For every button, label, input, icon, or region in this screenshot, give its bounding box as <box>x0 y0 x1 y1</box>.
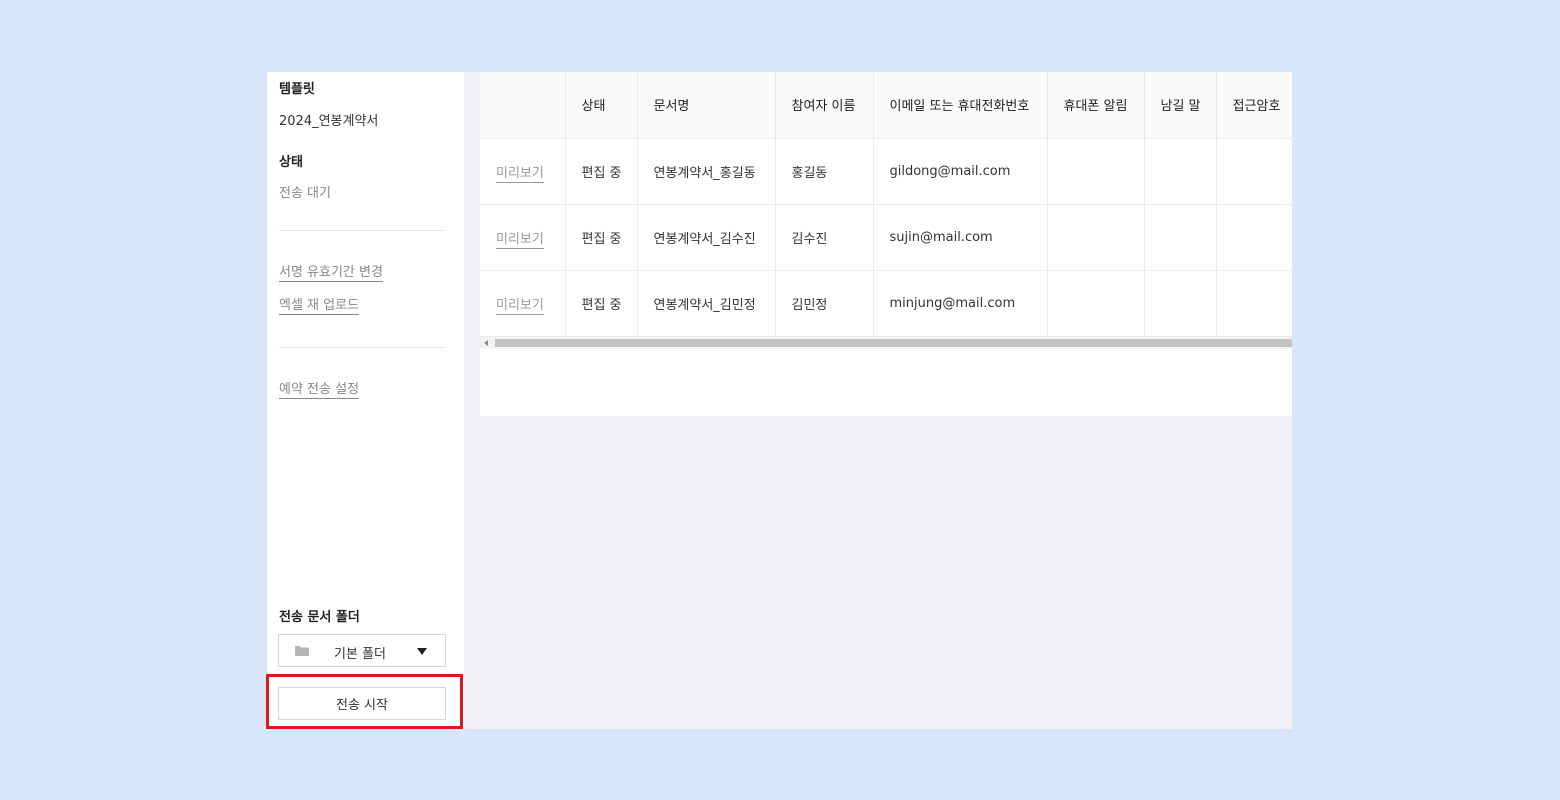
password-cell[interactable] <box>1216 270 1292 337</box>
status-value: 전송 대기 <box>279 186 331 201</box>
start-send-button[interactable]: 전송 시작 <box>278 687 446 720</box>
participant-cell: 김민정 <box>775 270 874 337</box>
scrollbar-thumb[interactable] <box>495 339 1292 347</box>
sms-alert-cell[interactable] <box>1047 204 1145 271</box>
status-cell: 편집 중 <box>565 270 638 337</box>
message-cell[interactable] <box>1144 138 1217 205</box>
participants-table: 상태 문서명 참여자 이름 이메일 또는 휴대전화번호 휴대폰 알림 남길 말 … <box>480 72 1292 337</box>
preview-cell: 미리보기 <box>480 270 566 337</box>
contact-cell: sujin@mail.com <box>873 204 1048 271</box>
status-title: 상태 <box>279 155 303 170</box>
sidebar-divider <box>279 230 444 231</box>
sidebar: 템플릿 2024_연봉계약서 상태 전송 대기 서명 유효기간 변경 엑셀 재 … <box>266 72 464 729</box>
folder-title: 전송 문서 폴더 <box>279 610 360 625</box>
horizontal-scrollbar[interactable] <box>480 337 1292 349</box>
column-header-status: 상태 <box>565 72 638 139</box>
column-header-password: 접근암호 <box>1216 72 1292 139</box>
message-cell[interactable] <box>1144 204 1217 271</box>
message-cell[interactable] <box>1144 270 1217 337</box>
table-row: 미리보기 편집 중 연봉계약서_김민정 김민정 minjung@mail.com <box>480 270 1292 337</box>
contact-cell: minjung@mail.com <box>873 270 1048 337</box>
start-button-highlight: 전송 시작 <box>266 674 463 729</box>
preview-link[interactable]: 미리보기 <box>496 231 544 249</box>
document-name-cell: 연봉계약서_홍길동 <box>637 138 776 205</box>
table-header-row: 상태 문서명 참여자 이름 이메일 또는 휴대전화번호 휴대폰 알림 남길 말 … <box>480 72 1292 139</box>
sms-alert-cell[interactable] <box>1047 138 1145 205</box>
sms-alert-cell[interactable] <box>1047 270 1145 337</box>
template-value: 2024_연봉계약서 <box>279 114 379 129</box>
status-cell: 편집 중 <box>565 138 638 205</box>
column-header <box>480 72 566 139</box>
folder-icon <box>295 646 309 656</box>
participant-cell: 홍길동 <box>775 138 874 205</box>
column-header-contact: 이메일 또는 휴대전화번호 <box>873 72 1048 139</box>
excel-reupload-link[interactable]: 엑셀 재 업로드 <box>279 294 360 315</box>
document-name-cell: 연봉계약서_김수진 <box>637 204 776 271</box>
sidebar-divider <box>279 347 444 348</box>
change-validity-link[interactable]: 서명 유효기간 변경 <box>279 261 383 282</box>
preview-cell: 미리보기 <box>480 138 566 205</box>
folder-select-value: 기본 폴더 <box>334 647 386 662</box>
preview-link[interactable]: 미리보기 <box>496 165 544 183</box>
document-name-cell: 연봉계약서_김민정 <box>637 270 776 337</box>
schedule-send-link[interactable]: 예약 전송 설정 <box>279 378 360 399</box>
participant-cell: 김수진 <box>775 204 874 271</box>
contact-cell: gildong@mail.com <box>873 138 1048 205</box>
template-title: 템플릿 <box>279 82 315 97</box>
table-row: 미리보기 편집 중 연봉계약서_김수진 김수진 sujin@mail.com <box>480 204 1292 271</box>
status-cell: 편집 중 <box>565 204 638 271</box>
password-cell[interactable] <box>1216 204 1292 271</box>
password-cell[interactable] <box>1216 138 1292 205</box>
participants-table-area: 상태 문서명 참여자 이름 이메일 또는 휴대전화번호 휴대폰 알림 남길 말 … <box>480 72 1292 416</box>
preview-cell: 미리보기 <box>480 204 566 271</box>
arrow-left-icon[interactable] <box>484 340 488 346</box>
column-header-sms-alert: 휴대폰 알림 <box>1047 72 1145 139</box>
preview-link[interactable]: 미리보기 <box>496 297 544 315</box>
chevron-down-icon[interactable] <box>417 648 427 655</box>
folder-select[interactable]: 기본 폴더 <box>278 634 446 667</box>
table-row: 미리보기 편집 중 연봉계약서_홍길동 홍길동 gildong@mail.com <box>480 138 1292 205</box>
column-header-participant: 참여자 이름 <box>775 72 874 139</box>
column-header-document-name: 문서명 <box>637 72 776 139</box>
send-document-panel: 템플릿 2024_연봉계약서 상태 전송 대기 서명 유효기간 변경 엑셀 재 … <box>266 72 1292 729</box>
column-header-message: 남길 말 <box>1144 72 1217 139</box>
